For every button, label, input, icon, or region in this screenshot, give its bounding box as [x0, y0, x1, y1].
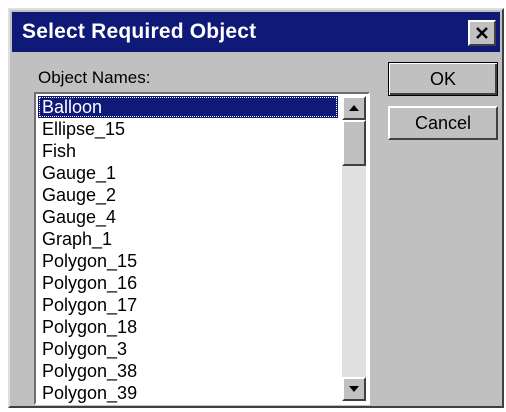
list-item[interactable]: Fish: [38, 140, 338, 162]
list-item[interactable]: Polygon_17: [38, 294, 338, 316]
scroll-up-arrow-icon: [349, 105, 359, 111]
select-object-dialog: Select Required Object Object Names: Bal…: [8, 8, 504, 408]
object-list: Balloon Ellipse_15 Fish Gauge_1 Gauge_2 Gauge…: [38, 96, 338, 403]
list-item[interactable]: Polygon_39: [38, 382, 338, 403]
scroll-down-arrow-icon: [349, 386, 359, 392]
scrollbar-thumb[interactable]: [342, 120, 366, 166]
list-item[interactable]: Polygon_18: [38, 316, 338, 338]
dialog-title: Select Required Object: [22, 20, 257, 43]
object-names-label: Object Names:: [38, 68, 151, 87]
list-item[interactable]: Polygon_3: [38, 338, 338, 360]
list-item[interactable]: Gauge_4: [38, 206, 338, 228]
object-names-listbox[interactable]: Balloon Ellipse_15 Fish Gauge_1 Gauge_2 Gauge…: [34, 92, 370, 405]
list-item[interactable]: Graph_1: [38, 228, 338, 250]
ok-button[interactable]: OK: [388, 62, 498, 96]
scroll-down-button[interactable]: [342, 377, 366, 401]
list-item[interactable]: Polygon_15: [38, 250, 338, 272]
vertical-scrollbar[interactable]: [342, 96, 366, 401]
list-item[interactable]: Gauge_1: [38, 162, 338, 184]
scroll-up-button[interactable]: [342, 96, 366, 120]
title-bar[interactable]: Select Required Object: [12, 12, 500, 52]
list-item[interactable]: Polygon_38: [38, 360, 338, 382]
list-item[interactable]: Gauge_2: [38, 184, 338, 206]
list-item[interactable]: Polygon_16: [38, 272, 338, 294]
list-item[interactable]: Balloon: [38, 96, 338, 118]
close-button[interactable]: [468, 20, 496, 46]
list-item[interactable]: Ellipse_15: [38, 118, 338, 140]
close-icon: [476, 27, 488, 39]
cancel-button[interactable]: Cancel: [388, 106, 498, 140]
